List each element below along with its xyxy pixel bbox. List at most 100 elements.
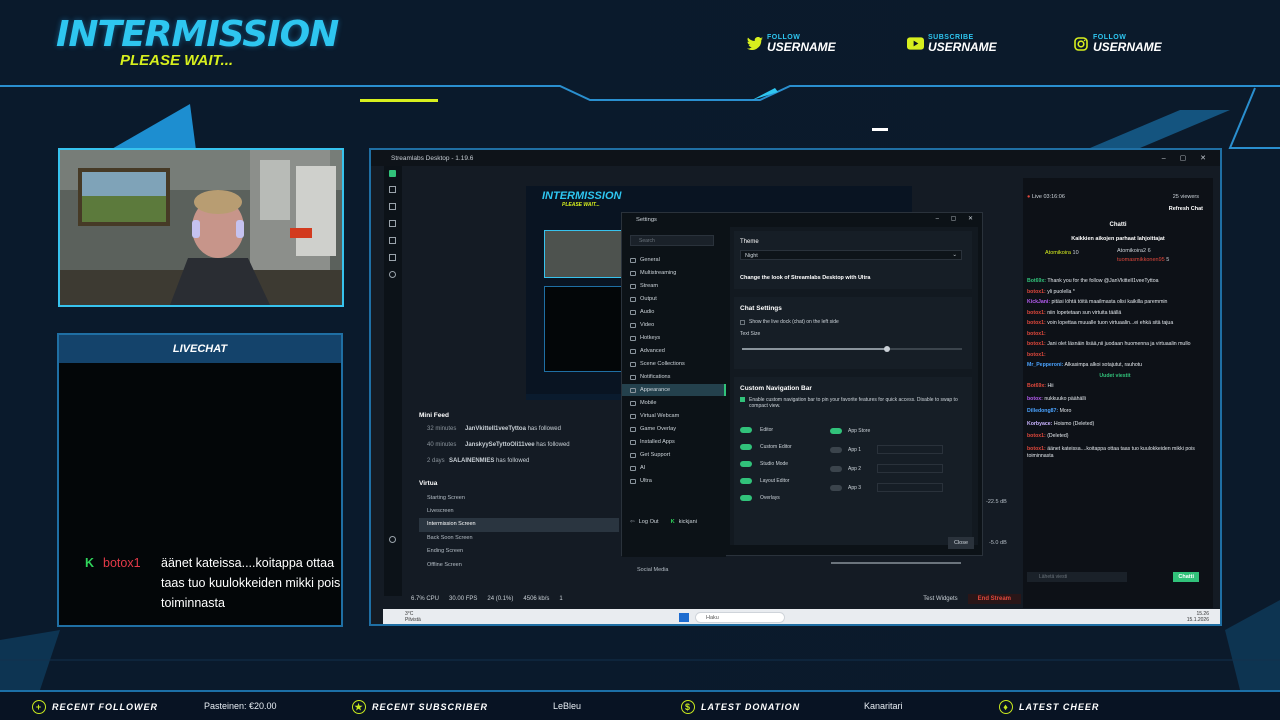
social-instagram: FOLLOW USERNAME xyxy=(1072,34,1162,53)
toggle-label: Overlays xyxy=(760,494,780,501)
chat-line: Mr_Pepperoni: Alkasimpa alkoi sotajutut,… xyxy=(1027,362,1203,370)
toggle-switch[interactable] xyxy=(740,443,752,450)
instagram-icon xyxy=(1072,36,1089,51)
custom-nav-checkbox[interactable]: Enable custom navigation bar to pin your… xyxy=(740,397,966,409)
cpu-usage: 6.7% CPU xyxy=(411,596,440,602)
settings-nav-appearance[interactable]: Appearance xyxy=(622,384,726,396)
nav-label: Ultra xyxy=(640,478,652,484)
toggle-switch[interactable] xyxy=(830,446,842,453)
chat-send-button[interactable]: Chatti xyxy=(1173,572,1199,582)
scene-item-selected[interactable]: Intermission Screen xyxy=(419,518,619,532)
window-controls[interactable]: – ▢ ✕ xyxy=(1162,154,1212,162)
apps-icon[interactable] xyxy=(389,271,396,278)
latest-donation-value: Kanaritari xyxy=(864,701,903,711)
settings-nav-general[interactable]: General xyxy=(630,257,660,263)
settings-nav-game-overlay[interactable]: Game Overlay xyxy=(630,426,676,432)
theme-select[interactable]: Night ⌄ xyxy=(740,250,962,260)
logout-button[interactable]: ⇦ Log Out Kkickjani xyxy=(630,519,697,525)
toggle-switch[interactable] xyxy=(830,427,842,434)
scene-item[interactable]: Livescreen xyxy=(419,505,619,519)
settings-nav-scene-collections[interactable]: Scene Collections xyxy=(630,361,685,367)
toggle-row[interactable]: Custom Editor xyxy=(740,438,792,455)
app-select[interactable] xyxy=(877,464,944,473)
taskbar-search[interactable]: Haku xyxy=(695,612,785,623)
source-item[interactable]: Social Media xyxy=(637,567,669,574)
live-text: Live 03:16:06 xyxy=(1031,194,1065,200)
toggle-row[interactable]: App 2 xyxy=(830,459,944,478)
windows-taskbar: 3°C Pilvistä Haku 15.26 15.1.2026 xyxy=(383,609,1220,624)
ultra-link[interactable]: Change the look of Streamlabs Desktop wi… xyxy=(740,275,871,281)
chat-line: botox1: xyxy=(1027,331,1203,339)
settings-nav-video[interactable]: Video xyxy=(630,322,654,328)
layout-icon[interactable] xyxy=(389,203,396,210)
theme-value: Night xyxy=(745,253,758,259)
preview-subtitle: PLEASE WAIT... xyxy=(562,202,600,208)
settings-nav-output[interactable]: Output xyxy=(630,296,657,302)
theme-label: Theme xyxy=(740,239,759,245)
settings-nav-ai[interactable]: AI xyxy=(630,465,645,471)
settings-nav-multistreaming[interactable]: Multistreaming xyxy=(630,270,676,276)
settings-window-controls[interactable]: – ▢ ✕ xyxy=(936,215,978,222)
settings-nav-advanced[interactable]: Advanced xyxy=(630,348,665,354)
refresh-chat-button[interactable]: Refresh Chat xyxy=(1169,206,1203,212)
recent-follower-value: Pasteinen: €20.00 xyxy=(204,701,277,711)
settings-nav-virtual-webcam[interactable]: Virtual Webcam xyxy=(630,413,679,419)
tools-icon[interactable] xyxy=(389,220,396,227)
scene-item[interactable]: Ending Screen xyxy=(419,545,619,559)
toggle-switch[interactable] xyxy=(740,460,752,467)
chat-text: äänet kateissa....koitappa ottaa taas tu… xyxy=(161,556,341,610)
chat-left-checkbox[interactable]: Show the live dock (chat) on the left si… xyxy=(740,319,839,325)
scene-item[interactable]: Offline Screen xyxy=(419,559,619,573)
settings-nav-stream[interactable]: Stream xyxy=(630,283,658,289)
text-size-slider[interactable] xyxy=(742,346,962,352)
windows-start-icon[interactable] xyxy=(679,613,689,622)
settings-nav-audio[interactable]: Audio xyxy=(630,309,654,315)
settings-nav-mobile[interactable]: Mobile xyxy=(630,400,656,406)
chat-line: Korbyace: Hoismo (Deleted) xyxy=(1027,421,1203,429)
toggle-switch[interactable] xyxy=(830,465,842,472)
toggle-switch[interactable] xyxy=(830,484,842,491)
toggle-row[interactable]: Editor xyxy=(740,421,792,438)
toggle-row[interactable]: App Store xyxy=(830,421,943,440)
toggle-switch[interactable] xyxy=(740,494,752,501)
feed-row: 32 minutes JanVkittelI1veeTyttoa has foll… xyxy=(419,426,619,432)
msg-user: Dilledong87: xyxy=(1027,408,1059,414)
settings-nav-get-support[interactable]: Get Support xyxy=(630,452,670,458)
chat-input[interactable]: Lähetä viesti xyxy=(1027,572,1127,582)
msg-user: botox1: xyxy=(1027,320,1046,326)
toggle-row[interactable]: Overlays xyxy=(740,489,792,506)
overlay-icon[interactable] xyxy=(389,254,396,261)
settings-gear-icon[interactable] xyxy=(389,536,396,543)
end-stream-button[interactable]: End Stream xyxy=(967,594,1021,604)
app-select[interactable] xyxy=(877,483,944,492)
store-icon[interactable] xyxy=(389,237,396,244)
scene-item[interactable]: Starting Screen xyxy=(419,493,619,505)
donor-name: tuomasmikkonen95 xyxy=(1117,257,1165,263)
toggle-row[interactable]: App 3 xyxy=(830,478,944,497)
editor-icon[interactable] xyxy=(389,186,396,193)
toggle-row[interactable]: App 1 xyxy=(830,440,944,459)
close-button[interactable]: Close xyxy=(947,537,974,549)
app-select[interactable] xyxy=(877,445,944,454)
app-sidebar xyxy=(384,166,402,596)
nav-label: Get Support xyxy=(640,452,671,458)
text-size-knob[interactable] xyxy=(884,346,891,352)
volume-slider[interactable] xyxy=(831,562,961,564)
toggle-row[interactable]: Layout Editor xyxy=(740,472,792,489)
toggle-switch[interactable] xyxy=(740,477,752,484)
home-icon[interactable] xyxy=(389,170,396,177)
settings-search[interactable]: Search xyxy=(630,235,714,246)
settings-nav-hotkeys[interactable]: Hotkeys xyxy=(630,335,660,341)
weather-widget[interactable]: 3°C Pilvistä xyxy=(405,611,421,623)
chat-settings-title: Chat Settings xyxy=(740,305,782,312)
toggle-switch[interactable] xyxy=(740,426,752,433)
toggle-row[interactable]: Studio Mode xyxy=(740,455,792,472)
settings-nav-installed-apps[interactable]: Installed Apps xyxy=(630,439,675,445)
settings-nav-ultra[interactable]: Ultra xyxy=(630,478,652,484)
scene-item[interactable]: Back Soon Screen xyxy=(419,532,619,546)
chat-line: botox1: äänet kateissa....koitappa ottaa… xyxy=(1027,446,1203,461)
msg-text: äänet kateissa....koitappa ottaa taas tu… xyxy=(1027,445,1195,460)
test-widgets-button[interactable]: Test Widgets xyxy=(923,596,957,602)
settings-nav-notifications[interactable]: Notifications xyxy=(630,374,670,380)
msg-text: nukkuuko päähälli xyxy=(1044,395,1086,402)
